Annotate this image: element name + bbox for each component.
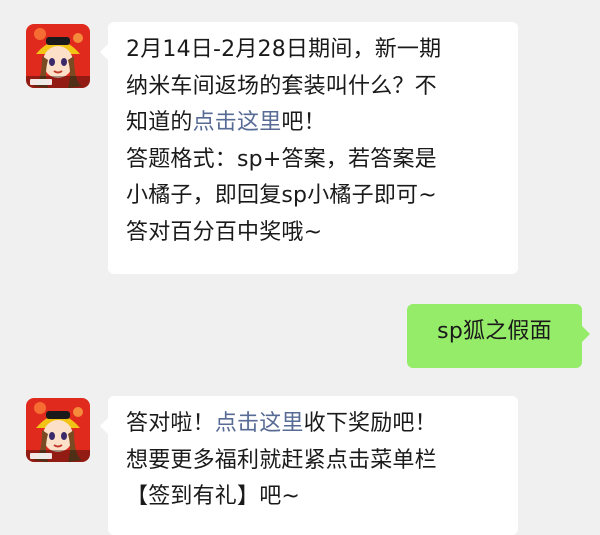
message-text: 答对啦！ <box>126 411 215 436</box>
bot-message-bubble: 2月14日-2月28日期间，新一期 纳米车间返场的套装叫什么？不 知道的点击这里… <box>100 22 518 274</box>
message-line: 2月14日-2月28日期间，新一期 <box>126 37 442 62</box>
message-text: 知道的 <box>126 110 193 135</box>
message-line: 想要更多福利就赶紧点击菜单栏 <box>126 447 437 473</box>
click-here-link[interactable]: 点击这里 <box>215 411 304 436</box>
message-line: 小橘子，即回复sp小橘子即可~ <box>126 183 437 208</box>
message-text: 吧！ <box>281 110 326 135</box>
message-line: 纳米车间返场的套装叫什么？不 <box>126 73 437 99</box>
message-line: 答对百分百中奖哦~ <box>126 219 323 245</box>
message-line: 知道的点击这里吧！ <box>126 105 504 142</box>
message-line: sp狐之假面 <box>437 319 552 344</box>
click-here-link[interactable]: 点击这里 <box>193 110 282 135</box>
qq-speed-character-avatar-icon <box>26 24 90 88</box>
message-line: 答题格式：sp+答案，若答案是 <box>126 146 437 172</box>
user-message-bubble: sp狐之假面 <box>407 304 590 368</box>
message-line: 【签到有礼】吧~ <box>126 484 301 509</box>
bot-avatar[interactable] <box>26 398 90 462</box>
bot-message-bubble: 答对啦！点击这里收下奖励吧！ 想要更多福利就赶紧点击菜单栏 【签到有礼】吧~ <box>100 396 518 535</box>
message-line: 答对啦！点击这里收下奖励吧！ <box>126 406 504 443</box>
bot-avatar[interactable] <box>26 24 90 88</box>
message-text: 收下奖励吧！ <box>303 411 437 436</box>
qq-speed-character-avatar-icon <box>26 398 90 462</box>
